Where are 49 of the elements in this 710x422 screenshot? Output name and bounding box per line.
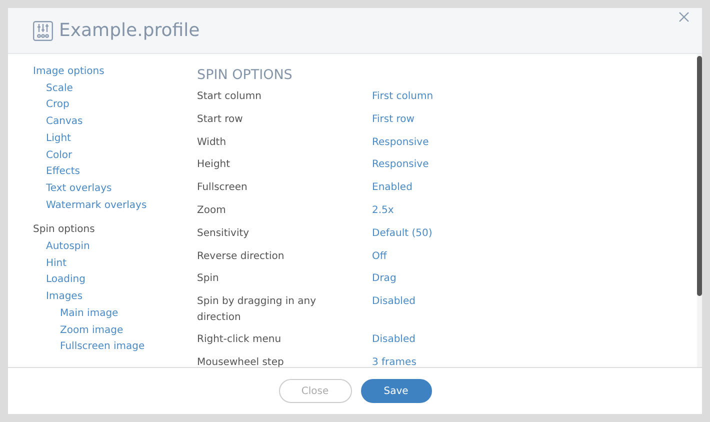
sidebar-item[interactable]: Loading (33, 272, 197, 290)
scrollbar-thumb[interactable] (697, 56, 702, 296)
setting-value[interactable]: Off (372, 248, 387, 264)
setting-label: Height (197, 158, 232, 172)
setting-label: Spin (197, 272, 220, 286)
setting-value[interactable]: First column (372, 89, 434, 104)
sidebar-item[interactable]: Images (33, 289, 197, 306)
setting-value[interactable]: Responsive (372, 134, 429, 150)
setting-label: Right-click menu (197, 333, 282, 348)
close-icon[interactable] (679, 12, 689, 22)
setting-label: Zoom (197, 204, 227, 218)
sidebar-item[interactable]: Scale (33, 80, 197, 98)
sidebar-item[interactable]: Crop (33, 97, 197, 114)
setting-value[interactable]: 2.5x (372, 202, 394, 218)
setting-value[interactable]: Responsive (372, 157, 429, 173)
sidebar-item[interactable]: Zoom image (33, 322, 197, 340)
setting-value[interactable]: First row (372, 112, 414, 128)
sidebar-item[interactable]: Hint (33, 256, 197, 272)
sidebar-item[interactable]: Image options (33, 64, 197, 81)
setting-label: Reverse direction (197, 250, 286, 264)
setting-label: Start column (197, 90, 262, 104)
window-title: Example.profile (59, 20, 200, 41)
sidebar-item[interactable]: Watermark overlays (33, 198, 197, 214)
setting-label: Sensitivity (197, 226, 250, 241)
sidebar-item[interactable]: Fullscreen image (33, 339, 197, 356)
sidebar-item[interactable]: Effects (33, 164, 197, 181)
sliders-icon (33, 20, 53, 40)
setting-label: Fullscreen (197, 181, 248, 196)
setting-value[interactable]: Disabled (372, 332, 416, 348)
sidebar-item[interactable]: Light (33, 130, 197, 148)
section-title: SPIN OPTIONS (197, 67, 294, 83)
sidebar-item[interactable]: Main image (33, 306, 197, 323)
sidebar-item[interactable]: Spin options (33, 222, 197, 240)
scrollbar[interactable] (697, 54, 702, 367)
setting-value[interactable]: 3 frames (372, 355, 416, 367)
setting-value[interactable]: Default (50) (372, 226, 432, 242)
setting-label: Start row (197, 112, 244, 127)
setting-value[interactable]: Disabled (372, 294, 416, 326)
sidebar-item[interactable]: Color (33, 148, 197, 164)
setting-label: Width (197, 136, 228, 150)
save-button[interactable]: Save (360, 379, 432, 403)
sidebar-item[interactable]: Autospin (33, 239, 197, 256)
setting-value[interactable]: Drag (372, 271, 396, 287)
setting-label: Mousewheel step (197, 356, 285, 367)
close-button[interactable]: Close (278, 379, 352, 403)
sidebar-item[interactable]: Canvas (33, 114, 197, 131)
setting-label: Spin by dragging in any direction (197, 295, 318, 325)
sidebar-item[interactable]: Text overlays (33, 180, 197, 198)
setting-value[interactable]: Enabled (372, 180, 412, 196)
